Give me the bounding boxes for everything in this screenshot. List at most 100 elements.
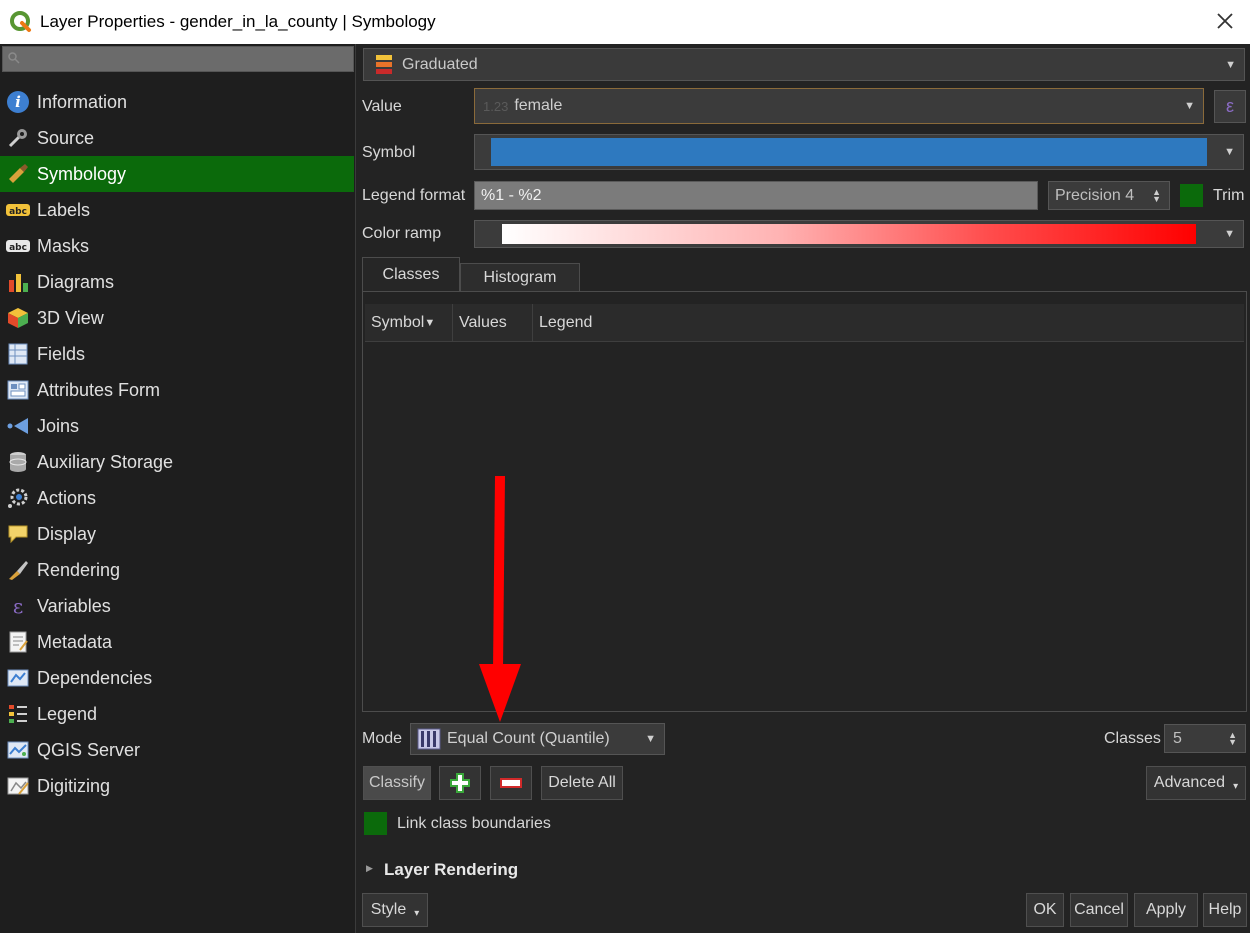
sidebar-item-symbology[interactable]: Symbology — [0, 156, 354, 192]
link-class-boundaries-checkbox[interactable] — [364, 812, 387, 835]
expression-button[interactable]: ε — [1214, 90, 1246, 123]
sidebar-item-metadata[interactable]: Metadata — [0, 624, 354, 660]
add-class-button[interactable] — [439, 766, 481, 800]
cancel-button[interactable]: Cancel — [1070, 893, 1128, 927]
ok-button[interactable]: OK — [1026, 893, 1064, 927]
symbology-panel: Graduated ▼ Value 1.23 female ▼ ε Symbol… — [358, 44, 1250, 933]
close-icon[interactable] — [1214, 10, 1236, 32]
sidebar-item-3d-view[interactable]: 3D View — [0, 300, 354, 336]
chevron-down-icon: ▼ — [1224, 146, 1235, 158]
sidebar-item-display[interactable]: Display — [0, 516, 354, 552]
sidebar-item-joins[interactable]: Joins — [0, 408, 354, 444]
value-field-dropdown[interactable]: 1.23 female ▼ — [474, 88, 1204, 124]
help-button[interactable]: Help — [1203, 893, 1247, 927]
classes-value: 5 — [1173, 729, 1182, 747]
sidebar-item-dependencies[interactable]: Dependencies — [0, 660, 354, 696]
value-label: Value — [362, 98, 402, 115]
advanced-label: Advanced — [1153, 774, 1226, 791]
sidebar-nav: i Information Source Symbology abc Label… — [0, 84, 354, 804]
sidebar-item-diagrams[interactable]: Diagrams — [0, 264, 354, 300]
column-label: Symbol — [371, 314, 425, 331]
color-ramp-label: Color ramp — [362, 225, 442, 242]
chevron-down-icon: ▾ — [414, 907, 420, 919]
fields-icon — [5, 342, 31, 366]
column-header-values[interactable]: Values — [453, 304, 533, 342]
svg-text:abc: abc — [9, 243, 27, 253]
sidebar-item-rendering[interactable]: Rendering — [0, 552, 354, 588]
classes-spinbox[interactable]: 5 ▲ ▼ — [1164, 724, 1246, 753]
column-header-symbol[interactable]: Symbol ▼ — [365, 304, 453, 342]
apply-button[interactable]: Apply — [1134, 893, 1198, 927]
trim-label: Trim — [1213, 187, 1245, 204]
tab-histogram[interactable]: Histogram — [460, 263, 580, 292]
sidebar-item-label: Metadata — [37, 631, 113, 652]
sidebar-item-label: Rendering — [37, 559, 121, 580]
minus-icon — [500, 778, 522, 788]
delete-all-button[interactable]: Delete All — [541, 766, 623, 800]
advanced-button[interactable]: Advanced ▾ — [1146, 766, 1246, 800]
classify-button[interactable]: Classify — [363, 766, 431, 800]
sidebar-item-source[interactable]: Source — [0, 120, 354, 156]
sidebar-item-actions[interactable]: Actions — [0, 480, 354, 516]
tab-classes[interactable]: Classes — [362, 257, 460, 291]
sidebar-item-information[interactable]: i Information — [0, 84, 354, 120]
form-icon — [5, 378, 31, 402]
sidebar: i Information Source Symbology abc Label… — [0, 44, 356, 933]
sidebar-item-label: Legend — [37, 703, 98, 724]
legend-format-input[interactable]: %1 - %2 — [474, 181, 1038, 210]
chevron-down-icon: ▾ — [1233, 780, 1239, 792]
search-input[interactable] — [2, 46, 354, 72]
sidebar-item-label: Source — [37, 127, 95, 148]
mode-label: Mode — [362, 730, 403, 747]
sidebar-item-label: Attributes Form — [37, 379, 161, 400]
sidebar-item-variables[interactable]: ε Variables — [0, 588, 354, 624]
sidebar-item-label: Dependencies — [37, 667, 153, 688]
sidebar-item-label: 3D View — [37, 307, 104, 328]
svg-text:abc: abc — [9, 207, 27, 217]
mode-value: Equal Count (Quantile) — [447, 730, 610, 747]
graduated-renderer-icon — [376, 54, 392, 74]
info-icon: i — [5, 90, 31, 114]
gear-icon — [5, 486, 31, 510]
sidebar-item-attributes-form[interactable]: Attributes Form — [0, 372, 354, 408]
color-ramp-button[interactable]: ▼ — [474, 220, 1244, 248]
remove-class-button[interactable] — [490, 766, 532, 800]
sidebar-item-label: Diagrams — [37, 271, 115, 292]
sidebar-item-fields[interactable]: Fields — [0, 336, 354, 372]
qgis-logo-icon — [10, 11, 31, 32]
cube-icon — [5, 306, 31, 330]
layer-rendering-section[interactable]: Layer Rendering — [384, 860, 518, 880]
mode-dropdown[interactable]: Equal Count (Quantile) ▼ — [410, 723, 665, 755]
epsilon-icon: ε — [1225, 96, 1235, 116]
legend-format-label: Legend format — [362, 187, 466, 204]
trim-checkbox[interactable] — [1180, 184, 1203, 207]
server-icon — [5, 738, 31, 762]
digitizing-icon — [5, 774, 31, 798]
svg-text:ε: ε — [13, 594, 23, 618]
sidebar-item-labels[interactable]: abc Labels — [0, 192, 354, 228]
sidebar-item-label: Labels — [37, 199, 91, 220]
classes-count-label: Classes — [1104, 730, 1161, 747]
symbol-button[interactable]: ▼ — [474, 134, 1244, 170]
style-button[interactable]: Style ▾ — [362, 893, 428, 927]
sidebar-item-masks[interactable]: abc Masks — [0, 228, 354, 264]
window-title: Layer Properties - gender_in_la_county |… — [40, 12, 436, 31]
sidebar-item-legend[interactable]: Legend — [0, 696, 354, 732]
wrench-icon — [5, 126, 31, 150]
legend-icon — [5, 702, 31, 726]
column-header-legend[interactable]: Legend — [533, 304, 1244, 342]
dependencies-icon — [5, 666, 31, 690]
sidebar-item-label: Information — [37, 91, 128, 112]
abc-mask-icon: abc — [5, 234, 31, 258]
renderer-type-dropdown[interactable]: Graduated ▼ — [363, 48, 1245, 81]
search-icon — [8, 52, 20, 64]
sidebar-item-qgis-server[interactable]: QGIS Server — [0, 732, 354, 768]
column-label: Values — [459, 314, 507, 331]
chevron-down-icon: ▼ — [1224, 228, 1235, 240]
precision-spinbox[interactable]: Precision 4 ▲ ▼ — [1048, 181, 1170, 210]
sidebar-item-digitizing[interactable]: Digitizing — [0, 768, 354, 804]
equal-count-icon — [417, 728, 441, 750]
expand-triangle-icon[interactable]: ▶ — [366, 863, 373, 874]
epsilon-icon: ε — [5, 594, 31, 618]
sidebar-item-auxiliary-storage[interactable]: Auxiliary Storage — [0, 444, 354, 480]
